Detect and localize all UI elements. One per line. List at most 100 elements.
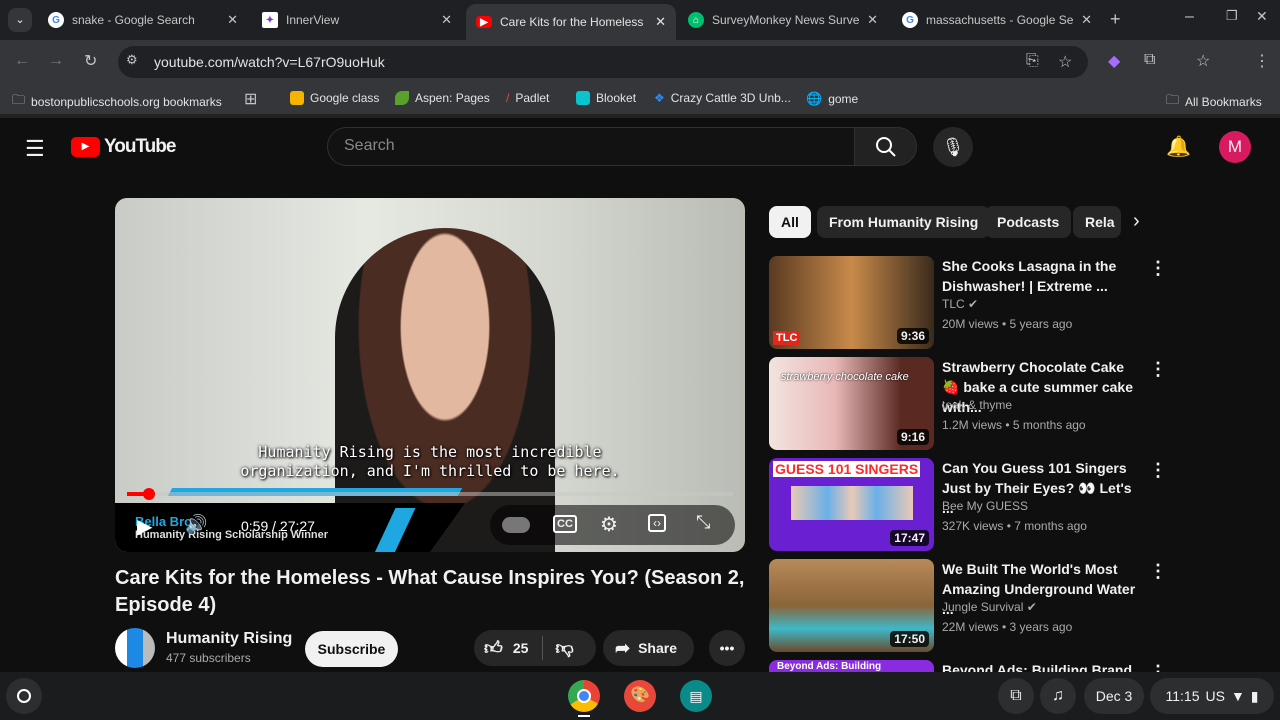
media-controls-icon[interactable]: ♫ [1040, 678, 1076, 714]
video-thumbnail[interactable]: GUESS 101 SINGERS 17:47 [769, 458, 934, 551]
search-input[interactable]: Search [327, 127, 855, 166]
site-info-icon[interactable]: ⚙ [126, 52, 138, 68]
status-tray[interactable]: 11:15 US ▼ ▮ [1150, 678, 1274, 714]
chips-next-chevron-icon[interactable]: › [1133, 210, 1140, 233]
autoplay-toggle[interactable] [502, 517, 530, 533]
tote-holding-space-icon[interactable]: ⧉ [998, 678, 1034, 714]
more-options-icon[interactable]: ⋮ [1149, 359, 1167, 380]
tab-surveymonkey[interactable]: ⌂ SurveyMonkey News Surve ✕ [678, 4, 888, 36]
progress-bar[interactable] [127, 488, 733, 500]
recommendation-item[interactable]: GUESS 101 SINGERS 17:47 Can You Guess 101… [769, 458, 1169, 551]
bookmark-google-class[interactable]: Google class [290, 91, 379, 105]
input-method: US [1205, 688, 1225, 704]
volume-icon[interactable]: 🔊 [185, 514, 207, 535]
bookmark-gome[interactable]: 🌐 gome [806, 91, 858, 107]
share-button[interactable]: ➦ Share [603, 630, 694, 666]
search-button[interactable] [854, 127, 917, 166]
notifications-bell-icon[interactable]: 🔔 [1166, 134, 1191, 159]
bookmark-crazy-cattle[interactable]: ❖ Crazy Cattle 3D Unb... [654, 91, 791, 105]
minimize-button[interactable]: – [1185, 8, 1194, 26]
bookmark-star-icon[interactable]: ☆ [1058, 52, 1072, 72]
reload-button[interactable]: ↻ [84, 51, 97, 71]
chrome-menu-icon[interactable]: ⋮ [1254, 51, 1270, 71]
close-window-button[interactable]: ✕ [1256, 8, 1268, 25]
more-options-icon[interactable]: ⋮ [1149, 662, 1167, 672]
theater-mode-button[interactable]: ‹› [648, 514, 666, 532]
scrubber-handle[interactable] [142, 488, 155, 500]
forward-button[interactable]: → [48, 52, 64, 70]
more-options-icon[interactable]: ⋮ [1149, 460, 1167, 481]
channel-name[interactable]: Bee My GUESS [942, 499, 1028, 513]
bookmark-aspen[interactable]: Aspen: Pages [395, 91, 490, 105]
youtube-play-icon: ▶ [71, 137, 100, 157]
channel-name[interactable]: teak & thyme [942, 398, 1012, 412]
address-bar[interactable]: ⚙ youtube.com/watch?v=L67rO9uoHuk ⎘ ☆ [118, 46, 1088, 78]
menu-hamburger-icon[interactable]: ☰ [25, 136, 45, 162]
date-tray[interactable]: Dec 3 [1084, 678, 1144, 714]
tab-innerview[interactable]: ✦ InnerView ✕ [252, 4, 462, 36]
channel-name[interactable]: Humanity Rising [166, 630, 292, 648]
video-title[interactable]: Beyond Ads: Building Brand [942, 660, 1142, 672]
bookmark-blooket[interactable]: Blooket [576, 91, 636, 105]
dislike-button[interactable]: 👎︎ [555, 637, 573, 659]
chip-related[interactable]: Rela [1073, 206, 1121, 238]
channel-name[interactable]: Jungle Survival [942, 600, 1023, 614]
video-title[interactable]: She Cooks Lasagna in the Dishwasher! | E… [942, 256, 1142, 296]
recommendation-item[interactable]: 17:50 We Built The World's Most Amazing … [769, 559, 1169, 652]
close-tab-icon[interactable]: ✕ [1081, 12, 1092, 28]
more-actions-button[interactable]: ••• [709, 630, 745, 666]
voice-search-button[interactable]: 🎙 [933, 127, 973, 167]
channel-name[interactable]: TLC [942, 297, 965, 311]
launcher-button[interactable] [6, 678, 42, 714]
surveymonkey-icon: ⌂ [688, 12, 704, 28]
tab-search-button[interactable]: ⌄ [8, 8, 32, 32]
close-tab-icon[interactable]: ✕ [867, 12, 878, 28]
recommendation-item[interactable]: TLC 9:36 She Cooks Lasagna in the Dishwas… [769, 256, 1169, 349]
chip-podcasts[interactable]: Podcasts [985, 206, 1072, 238]
video-thumbnail[interactable]: Beyond Ads: Building [769, 660, 934, 672]
fullscreen-icon[interactable]: ⤡ [696, 512, 710, 533]
play-button[interactable]: ▶ [137, 514, 152, 539]
reading-list-icon[interactable]: ☆ [1196, 51, 1210, 71]
all-bookmarks[interactable]: 🗀 All Bookmarks [1166, 91, 1262, 113]
classroom-app-icon[interactable]: ▤ [680, 680, 712, 712]
chrome-app-icon[interactable] [568, 680, 600, 712]
apps-grid-icon[interactable]: ⊞ [244, 89, 257, 109]
back-button[interactable]: ← [14, 52, 30, 70]
video-thumbnail[interactable]: strawberry chocolate cake 9:16 [769, 357, 934, 450]
youtube-logo[interactable]: ▶ YouTube [71, 136, 176, 158]
subscribe-button[interactable]: Subscribe [305, 631, 398, 667]
more-options-icon[interactable]: ⋮ [1149, 258, 1167, 279]
new-tab-button[interactable]: + [1110, 9, 1121, 30]
bookmark-folder-bps[interactable]: 🗀 bostonpublicschools.org bookmarks [12, 91, 222, 113]
chip-all[interactable]: All [769, 206, 811, 238]
innerview-icon: ✦ [262, 12, 278, 28]
account-avatar[interactable]: M [1219, 131, 1251, 163]
video-player[interactable]: Humanity Rising is the most incredible o… [115, 198, 745, 552]
close-tab-icon[interactable]: ✕ [655, 14, 666, 30]
tab-massachusetts-search[interactable]: Gmassachusetts - Google Se ✕ [892, 4, 1102, 36]
close-tab-icon[interactable]: ✕ [227, 12, 238, 28]
recommendation-item[interactable]: strawberry chocolate cake 9:16 Strawberry… [769, 357, 1169, 450]
channel-row: teak & thyme [942, 398, 1012, 412]
captions-button[interactable]: CC [553, 515, 577, 533]
chip-from-humanity-rising[interactable]: From Humanity Rising [817, 206, 991, 238]
extension-icon[interactable]: ◆ [1108, 51, 1120, 71]
bookmark-padlet[interactable]: / Padlet [506, 91, 549, 105]
close-tab-icon[interactable]: ✕ [441, 12, 452, 28]
channel-avatar[interactable] [115, 628, 155, 668]
tab-care-kits[interactable]: ▶ Care Kits for the Homeless ✕ [466, 4, 676, 40]
url-text[interactable]: youtube.com/watch?v=L67rO9uoHuk [154, 54, 385, 70]
extensions-puzzle-icon[interactable]: ⧉ [1144, 51, 1155, 69]
like-button[interactable]: 👍︎ [484, 637, 503, 659]
recommendation-item[interactable]: Beyond Ads: Building Beyond Ads: Buildin… [769, 660, 1169, 672]
video-thumbnail[interactable]: 17:50 [769, 559, 934, 652]
restore-button[interactable]: ❐ [1226, 8, 1238, 24]
install-app-icon[interactable]: ⎘ [1026, 52, 1039, 70]
tab-snake-search[interactable]: Gsnake - Google Search ✕ [38, 4, 248, 36]
video-thumbnail[interactable]: TLC 9:36 [769, 256, 934, 349]
paint-app-icon[interactable]: 🎨 [624, 680, 656, 712]
settings-gear-icon[interactable]: ⚙ [600, 512, 618, 537]
more-options-icon[interactable]: ⋮ [1149, 561, 1167, 582]
crazy-cattle-icon: ❖ [654, 91, 665, 105]
